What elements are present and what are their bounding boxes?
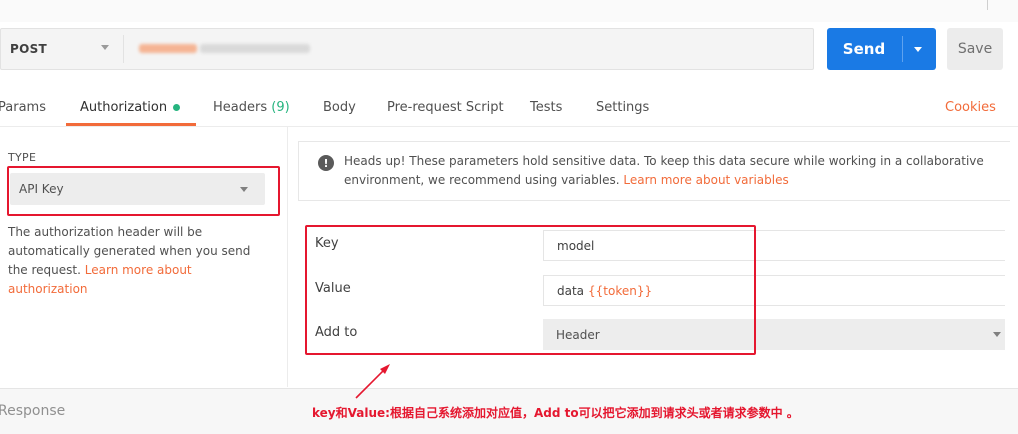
annotation-arrow-icon <box>355 364 390 399</box>
response-panel[interactable]: Response key和Value:根据自己系统添加对应值，Add to可以把… <box>0 388 1018 434</box>
tab-body[interactable]: Body <box>323 100 356 115</box>
tab-settings[interactable]: Settings <box>596 100 649 115</box>
notice-text: Heads up! These parameters hold sensitiv… <box>344 152 1004 190</box>
tab-count: (9) <box>271 100 290 115</box>
request-tabs: Params Authorization Headers (9) Body Pr… <box>0 88 1018 126</box>
tab-label: Params <box>0 100 46 115</box>
tab-label: Tests <box>530 100 563 115</box>
annotation-note: key和Value:根据自己系统添加对应值，Add to可以把它添加到请求头或者… <box>312 406 799 420</box>
tab-label: Settings <box>596 100 650 115</box>
save-button[interactable]: Save <box>947 28 1003 70</box>
response-label: Response <box>0 403 66 419</box>
send-options-chevron-icon[interactable] <box>914 47 922 52</box>
tab-label: Body <box>323 100 356 115</box>
url-redacted-path <box>200 44 310 53</box>
cookies-link[interactable]: Cookies <box>945 100 996 115</box>
tab-label: Headers <box>213 100 268 115</box>
tab-headers[interactable]: Headers (9) <box>213 100 290 115</box>
sensitive-data-notice: ! Heads up! These parameters hold sensit… <box>298 141 1010 201</box>
tab-params[interactable]: Params <box>0 100 46 115</box>
tab-tests[interactable]: Tests <box>530 100 562 115</box>
url-redacted-variable <box>139 44 197 53</box>
type-label: TYPE <box>8 151 37 164</box>
tab-label: Pre-request Script <box>387 100 504 115</box>
chevron-down-icon[interactable] <box>101 45 109 50</box>
send-divider <box>902 36 903 62</box>
tab-pre-request-script[interactable]: Pre-request Script <box>387 100 504 115</box>
top-strip <box>0 0 1018 22</box>
tab-label: Authorization <box>80 100 168 115</box>
auth-description: The authorization header will be automat… <box>8 223 270 299</box>
learn-more-variables-link[interactable]: Learn more about variables <box>623 173 788 187</box>
tab-authorization[interactable]: Authorization <box>80 100 181 115</box>
alert-icon: ! <box>318 155 334 171</box>
send-button[interactable]: Send <box>827 28 936 70</box>
url-input[interactable] <box>139 41 310 57</box>
highlight-box-type <box>7 166 280 216</box>
arrow-shaft <box>355 367 387 399</box>
chevron-down-icon <box>993 332 1001 337</box>
strip-tick <box>987 0 988 10</box>
request-url-bar: POST <box>0 28 814 70</box>
method-divider <box>123 35 124 63</box>
highlight-box-fields <box>305 225 756 355</box>
active-dot-icon <box>173 104 181 111</box>
pane-divider <box>287 127 288 387</box>
send-label: Send <box>842 40 886 58</box>
method-label: POST <box>10 42 48 56</box>
